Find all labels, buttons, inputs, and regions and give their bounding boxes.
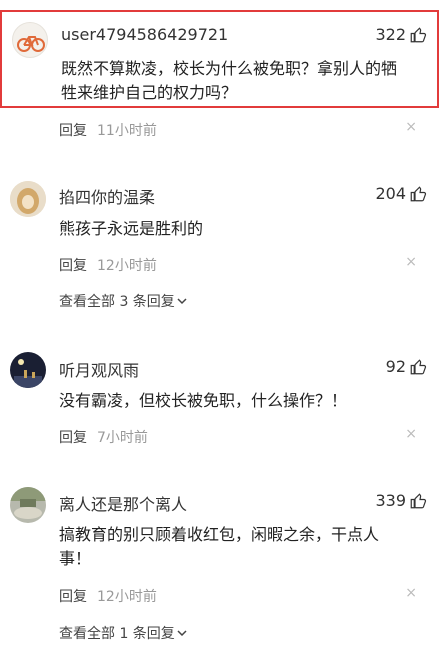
like-count: 92 bbox=[385, 357, 406, 376]
view-all-replies-label: 查看全部 3 条回复 bbox=[59, 294, 175, 310]
avatar-image bbox=[10, 352, 46, 388]
like-count: 339 bbox=[375, 491, 406, 510]
timestamp: 11小时前 bbox=[97, 123, 157, 139]
thumbs-up-icon bbox=[410, 26, 427, 42]
reply-button[interactable]: 回复 bbox=[59, 586, 87, 606]
thumbs-up-icon bbox=[410, 185, 427, 201]
comment-meta: 回复 12小时前 bbox=[59, 255, 157, 275]
avatar-image bbox=[10, 181, 46, 217]
like-button[interactable]: 339 bbox=[375, 491, 427, 510]
timestamp: 12小时前 bbox=[97, 258, 157, 274]
like-count: 204 bbox=[375, 184, 406, 203]
timestamp: 12小时前 bbox=[97, 589, 157, 605]
comment-meta: 回复 7小时前 bbox=[59, 427, 148, 447]
username[interactable]: 听月观风雨 bbox=[59, 357, 139, 381]
chevron-down-icon bbox=[177, 298, 187, 305]
comment-text: 没有霸凌，但校长被免职，什么操作？！ bbox=[59, 391, 348, 410]
comment-meta: 回复 12小时前 bbox=[59, 586, 157, 606]
close-icon[interactable]: × bbox=[405, 426, 417, 442]
chevron-down-icon bbox=[177, 630, 187, 637]
avatar[interactable] bbox=[10, 352, 46, 388]
username[interactable]: user4794586429721 bbox=[61, 25, 228, 44]
like-button[interactable]: 92 bbox=[386, 357, 427, 376]
avatar[interactable] bbox=[10, 487, 46, 523]
close-icon[interactable]: × bbox=[405, 119, 417, 135]
comment-item-highlighted: user4794586429721 322 既然不算欺凌，校长为什么被免职？拿别… bbox=[0, 10, 439, 108]
reply-button[interactable]: 回复 bbox=[59, 120, 87, 140]
username[interactable]: 掐四你的温柔 bbox=[59, 184, 155, 208]
like-button[interactable]: 204 bbox=[375, 184, 427, 203]
view-all-replies-link[interactable]: 查看全部 3 条回复 bbox=[59, 291, 187, 311]
avatar[interactable] bbox=[10, 181, 46, 217]
comment-text: 熊孩子永远是胜利的 bbox=[59, 219, 204, 238]
view-all-replies-link[interactable]: 查看全部 1 条回复 bbox=[59, 623, 187, 643]
view-all-replies-label: 查看全部 1 条回复 bbox=[59, 626, 175, 642]
thumbs-up-icon bbox=[410, 492, 427, 508]
reply-button[interactable]: 回复 bbox=[59, 255, 87, 275]
bicycle-icon bbox=[17, 36, 45, 52]
avatar[interactable] bbox=[12, 22, 48, 58]
like-count: 322 bbox=[375, 25, 406, 44]
avatar-image bbox=[10, 487, 46, 523]
comment-meta: 回复 11小时前 bbox=[59, 120, 157, 140]
comment-text: 既然不算欺凌，校长为什么被免职？拿别人的牺牲来维护自己的权力吗？ bbox=[61, 59, 398, 102]
timestamp: 7小时前 bbox=[97, 430, 148, 446]
close-icon[interactable]: × bbox=[405, 585, 417, 601]
comment-text: 搞教育的别只顾着收红包，闲暇之余，干点人事！ bbox=[59, 525, 380, 568]
like-button[interactable]: 322 bbox=[375, 25, 427, 44]
thumbs-up-icon bbox=[410, 358, 427, 374]
reply-button[interactable]: 回复 bbox=[59, 427, 87, 447]
username[interactable]: 离人还是那个离人 bbox=[59, 491, 187, 515]
close-icon[interactable]: × bbox=[405, 254, 417, 270]
